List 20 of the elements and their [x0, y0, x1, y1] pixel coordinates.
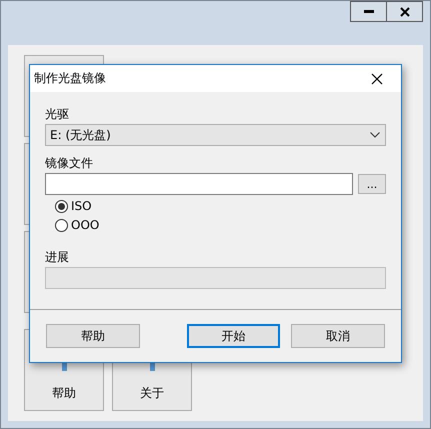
- close-icon[interactable]: [371, 72, 383, 84]
- progress-label: 进展: [45, 249, 70, 265]
- chevron-down-icon: [370, 132, 380, 138]
- file-path-field[interactable]: [45, 173, 353, 195]
- radio-button[interactable]: [55, 200, 68, 212]
- close-icon: [400, 6, 410, 16]
- dialog-title: 制作光盘镜像: [34, 70, 106, 87]
- radio-label: ISO: [71, 198, 92, 214]
- radio-label: OOO: [71, 217, 100, 233]
- close-button[interactable]: [386, 1, 423, 22]
- image-file-label: 镜像文件: [45, 155, 94, 171]
- drive-label: 光驱: [45, 106, 70, 122]
- browse-button[interactable]: ...: [358, 174, 386, 194]
- dialog-button[interactable]: 取消: [291, 324, 386, 348]
- drive-dropdown[interactable]: E: (无光盘): [45, 124, 386, 146]
- radio-button[interactable]: [55, 218, 68, 232]
- minimize-button[interactable]: [350, 1, 387, 22]
- minimize-icon: [364, 10, 374, 14]
- dialog-button[interactable]: 开始: [186, 324, 280, 348]
- dialog-button[interactable]: 帮助: [46, 324, 140, 348]
